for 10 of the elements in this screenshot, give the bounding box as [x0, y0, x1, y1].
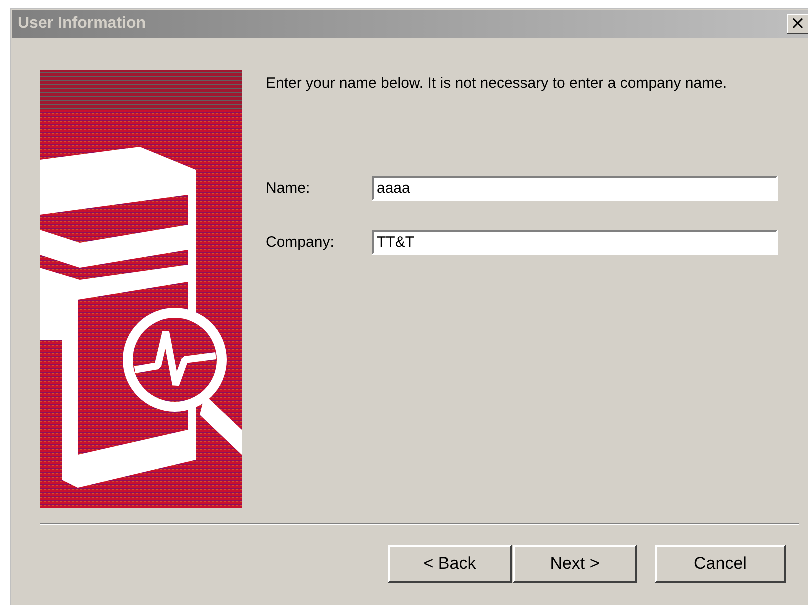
text-field[interactable]: aaaa — [372, 176, 778, 201]
text-field[interactable]: TT&T — [372, 230, 778, 255]
close-button[interactable]: × — [787, 14, 808, 34]
window-title: User Information — [17, 15, 146, 33]
cancel-button[interactable]: Cancel — [655, 545, 786, 583]
field-label: Company: — [266, 234, 336, 251]
field-label: Name: — [266, 180, 312, 197]
instruction-text: Enter your name below. It is not necessary to enter a company name. — [266, 74, 728, 93]
next-button[interactable]: Next > — [513, 545, 637, 583]
back-button[interactable]: < Back — [388, 545, 512, 583]
